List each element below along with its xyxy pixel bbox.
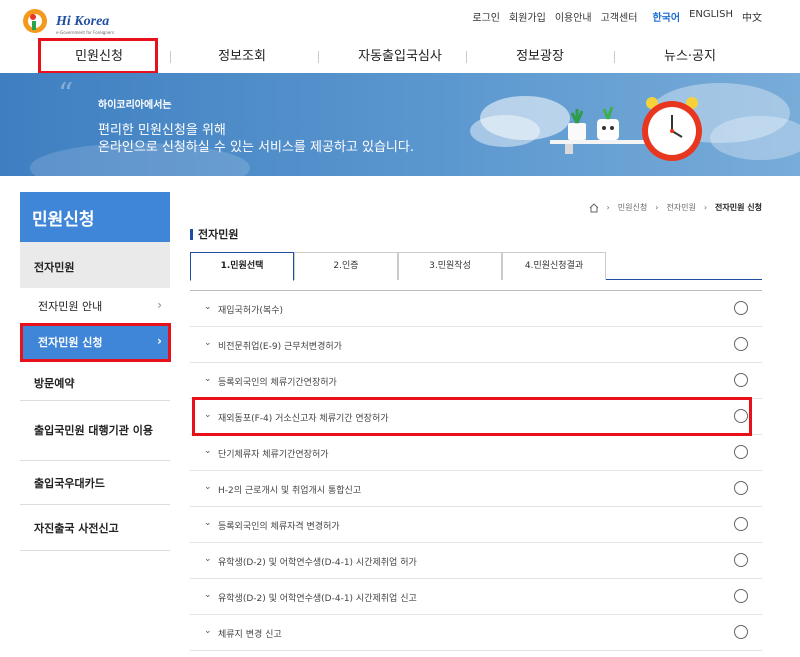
page-title: 전자민원 (190, 226, 238, 242)
step-tabs: 1.민원선택 2.인증 3.민원작성 4.민원신청결과 (190, 252, 762, 281)
sidebar-item-priority-card[interactable]: 출입국우대카드 (20, 461, 170, 505)
tab-authentication[interactable]: 2.인증 (294, 252, 398, 280)
chevron-down-icon: ⌄ (204, 518, 212, 528)
nav-info-inquiry[interactable]: 정보조회 (186, 40, 298, 73)
sidebar-item-agency-service[interactable]: 출입국민원 대행기관 이용 (20, 401, 170, 461)
petition-item-label: 등록외국인의 체류자격 변경허가 (218, 522, 340, 532)
utility-nav: 로그인 회원가입 이용안내 고객센터 한국어 ENGLISH 中文 (472, 9, 762, 24)
page-title-text: 전자민원 (198, 228, 239, 241)
quote-mark-icon: “ (58, 77, 74, 112)
petition-list-item[interactable]: ⌄ 등록외국인의 체류자격 변경허가 (190, 507, 762, 543)
petition-list-item[interactable]: ⌄ 등록외국인의 체류기간연장허가 (190, 363, 762, 399)
breadcrumb-item[interactable]: 전자민원 (666, 202, 695, 213)
nav-divider (318, 51, 319, 63)
lang-chinese-link[interactable]: 中文 (742, 9, 762, 24)
hikorea-logo-icon (23, 9, 47, 33)
petition-radio-button[interactable] (734, 625, 748, 639)
lang-english-link[interactable]: ENGLISH (689, 9, 733, 24)
petition-item-label: 유학생(D-2) 및 어학연수생(D-4-1) 시간제취업 신고 (218, 594, 417, 604)
nav-divider (614, 51, 615, 63)
petition-radio-button[interactable] (734, 373, 748, 387)
title-bar-icon (190, 228, 193, 240)
signup-link[interactable]: 회원가입 (509, 9, 546, 24)
chevron-down-icon: ⌄ (204, 482, 212, 492)
tab-select-petition[interactable]: 1.민원선택 (190, 252, 294, 281)
chevron-down-icon: ⌄ (204, 626, 212, 636)
petition-radio-button[interactable] (734, 517, 748, 531)
login-link[interactable]: 로그인 (472, 9, 500, 24)
petition-radio-button[interactable] (734, 337, 748, 351)
nav-divider (466, 51, 467, 63)
banner-text-line2: 온라인으로 신청하실 수 있는 서비스를 제공하고 있습니다. (98, 140, 414, 155)
lang-korean-link[interactable]: 한국어 (652, 9, 680, 24)
chevron-down-icon: ⌄ (204, 590, 212, 600)
nav-info-plaza[interactable]: 정보광장 (480, 40, 600, 73)
logo-wordmark: Hi Korea (56, 14, 110, 29)
home-icon[interactable] (589, 202, 599, 213)
petition-radio-button[interactable] (734, 553, 748, 567)
breadcrumb: › 민원신청 › 전자민원 › 전자민원 신청 (589, 202, 762, 213)
breadcrumb-item[interactable]: 민원신청 (618, 202, 647, 213)
breadcrumb-current: 전자민원 신청 (715, 203, 762, 212)
chevron-down-icon: ⌄ (204, 554, 212, 564)
hero-banner: “ 하이코리아에서는 편리한 민원신청을 위해 온라인으로 신청하실 수 있는 … (0, 73, 800, 176)
chevron-down-icon: ⌄ (204, 374, 212, 384)
sidebar-item-e-petition-guide[interactable]: 전자민원 안내 › (20, 288, 170, 324)
nav-auto-immigration[interactable]: 자동출입국심사 (330, 40, 470, 73)
guide-link[interactable]: 이용안내 (555, 9, 592, 24)
logo-subtitle: e-Government for Foreigners (56, 30, 115, 35)
nav-news-notice[interactable]: 뉴스·공지 (630, 40, 750, 73)
petition-item-label: 비전문취업(E-9) 근무처변경허가 (218, 342, 342, 352)
breadcrumb-separator-icon: › (655, 203, 659, 212)
petition-item-label: 단기체류자 체류기간연장허가 (218, 450, 329, 460)
petition-list-item[interactable]: ⌄ 비전문취업(E-9) 근무처변경허가 (190, 327, 762, 363)
petition-radio-button[interactable] (734, 301, 748, 315)
sidebar-section-e-petition[interactable]: 전자민원 (20, 242, 170, 288)
highlight-box-nav (38, 38, 158, 74)
petition-radio-button[interactable] (734, 445, 748, 459)
petition-item-label: 재입국허가(복수) (218, 306, 283, 316)
chevron-down-icon: ⌄ (204, 338, 212, 348)
petition-list-item[interactable]: ⌄ 재입국허가(복수) (190, 291, 762, 327)
petition-list-item[interactable]: ⌄ 유학생(D-2) 및 어학연수생(D-4-1) 시간제취업 신고 (190, 579, 762, 615)
chevron-right-icon: › (157, 298, 162, 312)
tab-write-petition[interactable]: 3.민원작성 (398, 252, 502, 280)
petition-radio-button[interactable] (734, 589, 748, 603)
breadcrumb-separator-icon: › (703, 203, 708, 212)
petition-list-item[interactable]: ⌄ 유학생(D-2) 및 어학연수생(D-4-1) 시간제취업 허가 (190, 543, 762, 579)
chevron-down-icon: ⌄ (204, 446, 212, 456)
petition-item-label: 체류지 변경 신고 (218, 630, 282, 640)
hikorea-logo[interactable]: Hi Korea e-Government for Foreigners (22, 6, 115, 36)
sidebar-item-label: 출입국민원 대행기관 이용 (34, 423, 153, 437)
petition-list-item[interactable]: ⌄ 체류지 변경 신고 (190, 615, 762, 651)
sidebar-item-label: 전자민원 안내 (38, 300, 103, 313)
nav-divider (170, 51, 171, 63)
petition-radio-button[interactable] (734, 481, 748, 495)
tab-petition-result[interactable]: 4.민원신청결과 (502, 252, 606, 280)
sidebar-title: 민원신청 (20, 192, 170, 242)
petition-list-item[interactable]: ⌄ H-2의 근로개시 및 취업개시 통합신고 (190, 471, 762, 507)
petition-item-label: 등록외국인의 체류기간연장허가 (218, 378, 337, 388)
chevron-down-icon: ⌄ (204, 302, 212, 312)
banner-heading: 하이코리아에서는 (98, 100, 172, 111)
breadcrumb-separator-icon: › (606, 203, 610, 212)
highlight-box-item (192, 397, 752, 436)
petition-list-item[interactable]: ⌄ 단기체류자 체류기간연장허가 (190, 435, 762, 471)
highlight-box-sidebar (20, 323, 171, 362)
sidebar-item-voluntary-departure[interactable]: 자진출국 사전신고 (20, 505, 170, 551)
customer-center-link[interactable]: 고객센터 (601, 9, 638, 24)
petition-item-label: 유학생(D-2) 및 어학연수생(D-4-1) 시간제취업 허가 (218, 558, 417, 568)
sidebar-item-visit-reservation[interactable]: 방문예약 (20, 365, 170, 401)
petition-item-label: H-2의 근로개시 및 취업개시 통합신고 (218, 486, 362, 496)
